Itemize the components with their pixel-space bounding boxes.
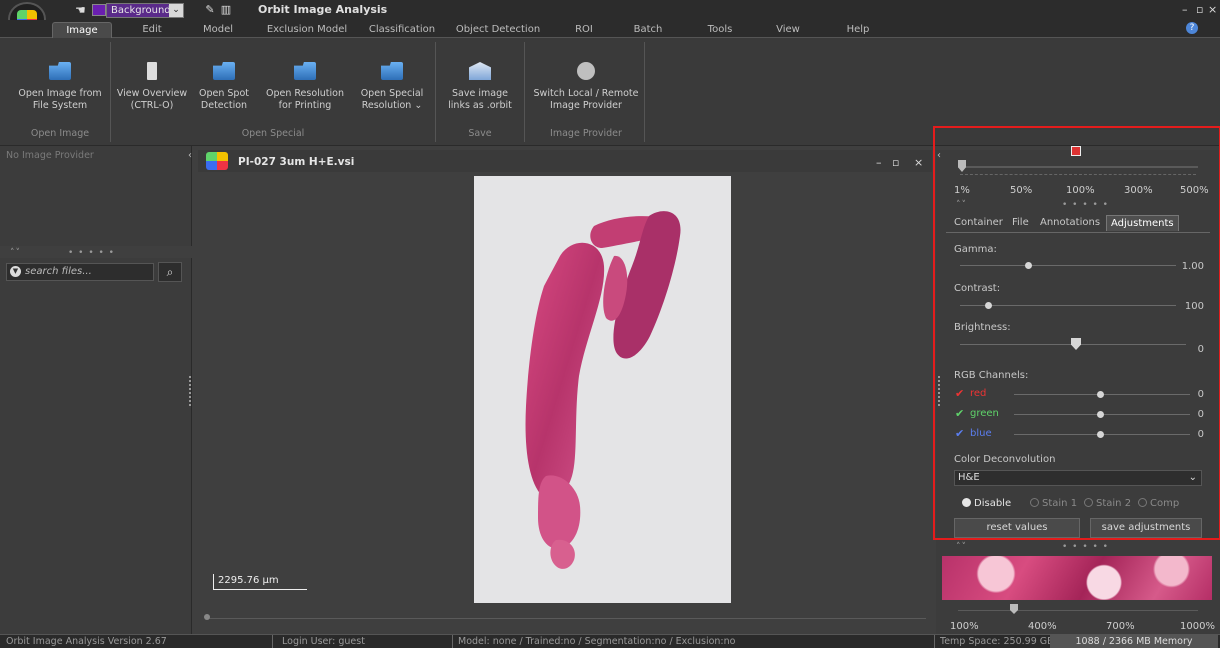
tab-classification[interactable]: Classification xyxy=(364,22,440,38)
ribbon-separator xyxy=(524,42,525,142)
thumb-zoom-label-100: 100% xyxy=(950,621,979,632)
slide-image[interactable] xyxy=(474,176,731,603)
overview-icon xyxy=(147,62,157,80)
status-temp-space: Temp Space: 250.99 GB xyxy=(940,636,1054,647)
collapse-arrows-icon[interactable]: ˄˅ xyxy=(956,542,967,552)
panel-collapse-icon[interactable]: ‹ xyxy=(188,150,192,161)
button-label-line1: Save image xyxy=(452,88,508,99)
highlight-box xyxy=(933,126,1220,540)
ribbon-separator xyxy=(110,42,111,142)
collapse-arrows-icon[interactable]: ˄˅ xyxy=(10,248,21,258)
open-resolution-for-printing-button[interactable]: Open Resolution for Printing xyxy=(260,56,350,128)
button-label-line2: Image Provider xyxy=(550,100,622,111)
button-label-line2: for Printing xyxy=(278,100,332,111)
menu-tab-bar xyxy=(0,20,1220,38)
status-separator xyxy=(272,635,273,648)
status-login: Login User: guest xyxy=(282,636,365,647)
tab-object-detection[interactable]: Object Detection xyxy=(452,22,544,38)
highlight-marker xyxy=(1206,126,1220,128)
search-button[interactable]: ⌕ xyxy=(158,262,182,282)
status-separator xyxy=(934,635,935,648)
search-input[interactable]: search files... xyxy=(6,263,154,281)
ribbon-separator xyxy=(435,42,436,142)
button-label-line1: Switch Local / Remote xyxy=(533,88,639,99)
thumbnail-preview[interactable] xyxy=(942,556,1212,600)
tab-edit[interactable]: Edit xyxy=(132,22,172,38)
status-model: Model: none / Trained:no / Segmentation:… xyxy=(458,636,736,647)
document-icon xyxy=(206,152,228,170)
app-title: Orbit Image Analysis xyxy=(258,3,388,16)
horizontal-scrollbar-thumb[interactable] xyxy=(204,614,210,620)
tab-image[interactable]: Image xyxy=(52,22,112,38)
gears-icon xyxy=(577,62,595,80)
maximize-button[interactable]: ▫ xyxy=(1196,3,1203,16)
thumb-zoom-label-700: 700% xyxy=(1106,621,1135,632)
hand-tool-icon[interactable]: ☚ xyxy=(75,3,89,17)
save-image-links-button[interactable]: Save image links as .orbit xyxy=(438,56,522,128)
button-label-line1: Open Resolution xyxy=(265,88,345,99)
view-overview-button[interactable]: View Overview (CTRL-O) xyxy=(114,56,190,128)
viewer-restore-button[interactable]: ▫ xyxy=(892,156,899,169)
folder-icon xyxy=(294,62,316,80)
open-image-from-file-system-button[interactable]: Open Image from File System xyxy=(14,56,106,128)
status-version: Orbit Image Analysis Version 2.67 xyxy=(6,636,167,647)
button-label-line1: View Overview xyxy=(116,88,188,99)
button-label-line2: Resolution ⌄ xyxy=(361,100,423,111)
image-provider-panel xyxy=(0,146,192,246)
open-spot-detection-button[interactable]: Open Spot Detection xyxy=(194,56,254,128)
book-icon[interactable]: ▥ xyxy=(218,3,234,17)
chevron-down-icon: ⌄ xyxy=(169,4,183,17)
group-label-image-provider: Image Provider xyxy=(550,128,622,139)
splitter-handle[interactable]: • • • • • xyxy=(1062,542,1109,552)
button-label-line2: (CTRL-O) xyxy=(130,100,174,111)
minimize-button[interactable]: – xyxy=(1182,3,1188,16)
group-label-open-image: Open Image xyxy=(30,128,90,139)
status-separator xyxy=(452,635,453,648)
tab-exclusion-model[interactable]: Exclusion Model xyxy=(262,22,352,38)
highlight-marker xyxy=(1206,538,1220,540)
tab-model[interactable]: Model xyxy=(196,22,240,38)
memory-indicator: 1088 / 2366 MB Memory xyxy=(1050,635,1218,648)
tab-roi[interactable]: ROI xyxy=(566,22,602,38)
pen-tool-icon[interactable]: ✎ xyxy=(202,3,218,17)
thumb-zoom-label-1000: 1000% xyxy=(1180,621,1215,632)
button-label-line1: Open Spot xyxy=(199,88,249,99)
scale-bar-label: 2295.76 µm xyxy=(218,575,279,586)
viewer-close-button[interactable]: × xyxy=(914,156,923,169)
layer-combo-value: Background xyxy=(111,5,171,16)
folder-icon xyxy=(49,62,71,80)
button-label-line2: File System xyxy=(32,100,88,111)
tab-batch[interactable]: Batch xyxy=(628,22,668,38)
close-button[interactable]: × xyxy=(1208,3,1217,16)
folder-icon xyxy=(381,62,403,80)
layer-combo[interactable]: Background ⌄ xyxy=(106,3,184,18)
folder-icon xyxy=(213,62,235,80)
button-label-line1: Open Image from xyxy=(18,88,102,99)
viewer-title: PI-027 3um H+E.vsi xyxy=(238,156,355,168)
layer-color-swatch[interactable] xyxy=(92,4,106,16)
tissue-image xyxy=(525,211,681,569)
tab-view[interactable]: View xyxy=(770,22,806,38)
help-icon[interactable]: ? xyxy=(1186,22,1198,34)
thumb-zoom-label-400: 400% xyxy=(1028,621,1057,632)
vertical-splitter-handle[interactable] xyxy=(189,376,191,406)
file-browser-panel xyxy=(0,258,192,634)
splitter-handle[interactable]: • • • • • xyxy=(68,248,115,258)
thumbnail-zoom-slider[interactable] xyxy=(958,610,1198,611)
tab-help[interactable]: Help xyxy=(838,22,878,38)
switch-image-provider-button[interactable]: Switch Local / Remote Image Provider xyxy=(528,56,644,128)
horizontal-scrollbar[interactable] xyxy=(206,618,926,619)
open-special-resolution-button[interactable]: Open Special Resolution ⌄ xyxy=(352,56,432,128)
button-label-line2: links as .orbit xyxy=(448,100,512,111)
group-label-open-special: Open Special xyxy=(241,128,305,139)
ribbon-separator xyxy=(644,42,645,142)
button-label-line1: Open Special xyxy=(360,88,424,99)
button-label-line2: Detection xyxy=(200,100,248,111)
viewer-minimize-button[interactable]: – xyxy=(876,156,882,169)
tab-tools[interactable]: Tools xyxy=(700,22,740,38)
group-label-save: Save xyxy=(468,128,492,139)
save-links-icon xyxy=(469,62,491,80)
search-options-icon[interactable]: ▼ xyxy=(10,266,21,277)
image-provider-text: No Image Provider xyxy=(6,150,94,161)
